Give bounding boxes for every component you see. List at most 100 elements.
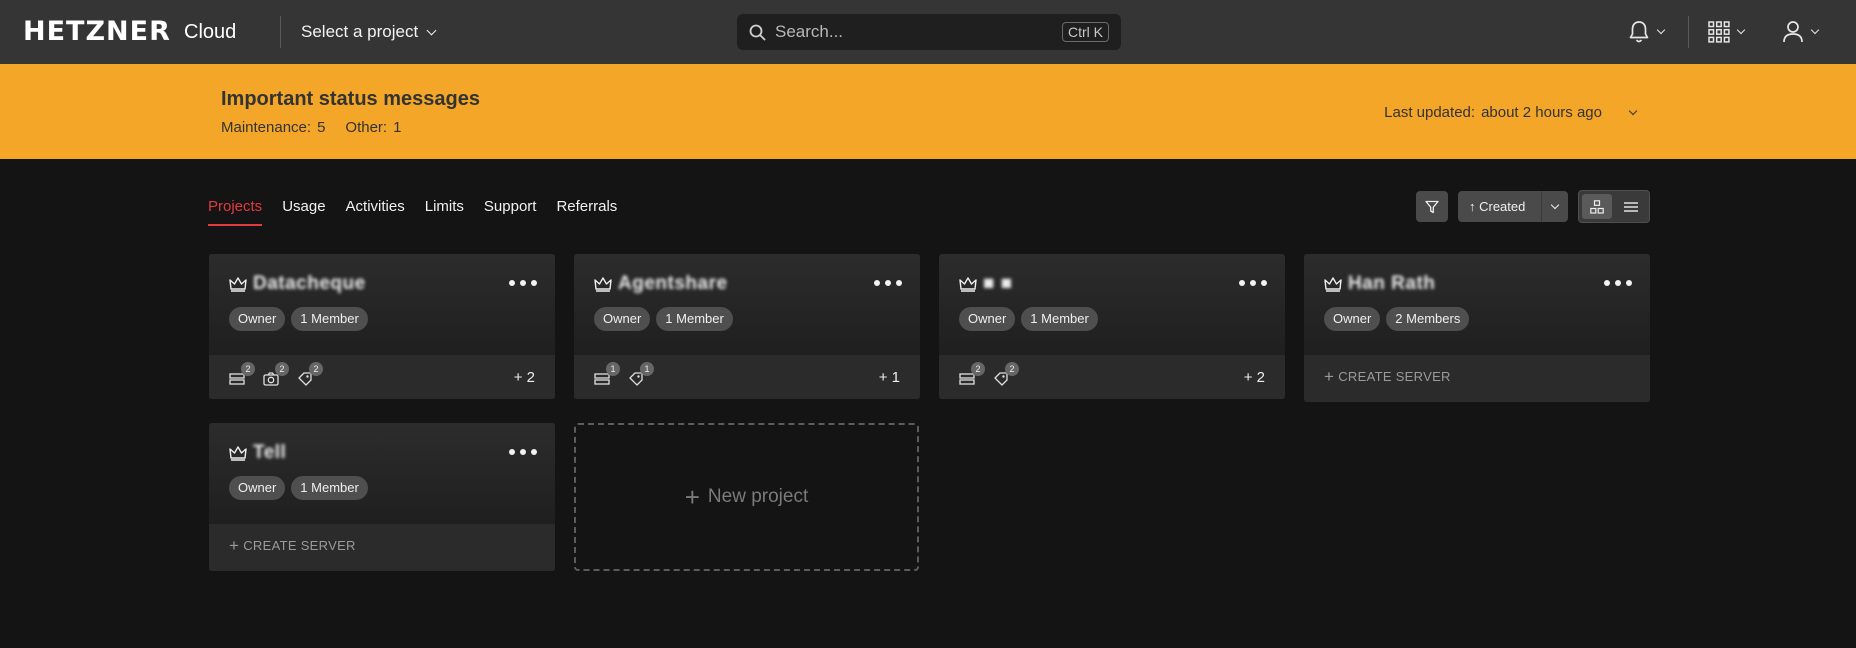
bell-icon [1629, 21, 1649, 43]
create-server-label: CREATE SERVER [243, 538, 356, 553]
more-resources-count[interactable]: + 1 [879, 369, 900, 386]
project-selector-label: Select a project [301, 22, 419, 41]
more-options-button[interactable] [509, 280, 537, 286]
main-tabs: Projects Usage Activities Limits Support… [208, 198, 617, 226]
divider [280, 16, 281, 48]
search-shortcut-hint: Ctrl K [1062, 22, 1109, 42]
plus-icon: + [684, 482, 700, 512]
servers-resource[interactable]: 1 [594, 362, 620, 388]
servers-resource[interactable]: 2 [229, 362, 255, 388]
chevron-down-icon [1656, 25, 1666, 35]
plus-icon: + [1324, 366, 1335, 386]
account-menu-button[interactable] [1782, 18, 1820, 46]
count-badge: 2 [309, 362, 323, 376]
banner-expand-toggle[interactable]: Last updated: about 2 hours ago [1384, 104, 1638, 121]
members-badge: 1 Member [291, 307, 368, 331]
project-selector[interactable]: Select a project [301, 20, 437, 44]
filter-button[interactable] [1416, 191, 1448, 222]
count-badge: 2 [275, 362, 289, 376]
new-project-button[interactable]: + New project [574, 423, 919, 571]
count-badge: 2 [1005, 362, 1019, 376]
role-badge: Owner [959, 307, 1016, 331]
tab-activities[interactable]: Activities [346, 198, 405, 226]
last-updated-value: about 2 hours ago [1481, 104, 1602, 121]
chevron-down-icon [1810, 25, 1820, 35]
chevron-down-icon [1628, 106, 1638, 115]
more-resources-count[interactable]: + 2 [514, 369, 535, 386]
project-name[interactable]: Tell [253, 442, 286, 464]
create-server-button[interactable]: + CREATE SERVER [229, 535, 356, 555]
project-card[interactable]: Datacheque Owner 1 Member 2 2 2 + 2 [209, 254, 555, 399]
product-name: Cloud [184, 21, 237, 43]
tab-limits[interactable]: Limits [425, 198, 464, 226]
list-view-button[interactable] [1616, 194, 1646, 219]
count-badge: 2 [971, 362, 985, 376]
view-toggle [1578, 190, 1650, 223]
floating-ips-resource[interactable]: 1 [628, 362, 654, 388]
top-navigation-bar: HETZNER Cloud Select a project Search...… [0, 0, 1856, 64]
brand-wordmark: HETZNER [23, 16, 171, 47]
sort-label: ↑ Created [1469, 199, 1526, 214]
crown-icon [959, 277, 977, 292]
divider [1688, 16, 1689, 48]
banner-title: Important status messages [221, 88, 480, 110]
role-badge: Owner [229, 476, 286, 500]
new-project-label: New project [707, 486, 809, 507]
maintenance-count[interactable]: Maintenance: 5 [221, 119, 325, 136]
search-bar[interactable]: Search... Ctrl K [737, 14, 1121, 50]
servers-resource[interactable]: 2 [959, 362, 985, 388]
last-updated-label: Last updated: [1384, 104, 1476, 121]
tab-support[interactable]: Support [484, 198, 537, 226]
user-icon [1783, 21, 1803, 43]
project-card[interactable]: Tell Owner 1 Member + CREATE SERVER [209, 423, 555, 571]
count-badge: 1 [606, 362, 620, 376]
apps-menu-button[interactable] [1708, 18, 1746, 46]
tab-referrals[interactable]: Referrals [556, 198, 617, 226]
chevron-down-icon [1736, 25, 1746, 35]
status-counts: Maintenance: 5 Other: 1 [221, 119, 401, 136]
chevron-down-icon [426, 25, 437, 35]
more-options-button[interactable] [509, 449, 537, 455]
list-view-icon [1624, 201, 1638, 212]
tab-usage[interactable]: Usage [282, 198, 325, 226]
project-name[interactable]: Agentshare [618, 273, 728, 295]
more-options-button[interactable] [1604, 280, 1632, 286]
apps-grid-icon [1708, 21, 1730, 43]
crown-icon [229, 277, 247, 292]
project-card[interactable]: Agentshare Owner 1 Member 1 1 + 1 [574, 254, 920, 399]
grid-view-button[interactable] [1582, 194, 1612, 219]
sort-dropdown[interactable]: ↑ Created [1458, 191, 1568, 222]
snapshots-resource[interactable]: 2 [263, 362, 289, 388]
role-badge: Owner [1324, 307, 1381, 331]
grid-view-icon [1590, 199, 1604, 214]
role-badge: Owner [594, 307, 651, 331]
count-badge: 1 [640, 362, 654, 376]
other-count[interactable]: Other: 1 [345, 119, 401, 136]
floating-ips-resource[interactable]: 2 [297, 362, 323, 388]
sort-options-toggle[interactable] [1542, 200, 1568, 209]
project-card[interactable]: Han Rath Owner 2 Members + CREATE SERVER [1304, 254, 1650, 402]
count-badge: 2 [241, 362, 255, 376]
project-name[interactable]: ■ ■ [983, 273, 1013, 295]
project-card[interactable]: ■ ■ Owner 1 Member 2 2 + 2 [939, 254, 1285, 399]
floating-ips-resource[interactable]: 2 [993, 362, 1019, 388]
create-server-button[interactable]: + CREATE SERVER [1324, 366, 1451, 386]
filter-icon [1425, 200, 1439, 213]
crown-icon [229, 446, 247, 461]
notifications-button[interactable] [1628, 18, 1666, 46]
crown-icon [594, 277, 612, 292]
members-badge: 2 Members [1386, 307, 1470, 331]
more-options-button[interactable] [1239, 280, 1267, 286]
hetzner-logo[interactable]: HETZNER [23, 18, 171, 46]
plus-icon: + [229, 535, 240, 555]
crown-icon [1324, 277, 1342, 292]
role-badge: Owner [229, 307, 286, 331]
project-name[interactable]: Datacheque [253, 273, 366, 295]
chevron-down-icon [1550, 200, 1560, 209]
more-options-button[interactable] [874, 280, 902, 286]
members-badge: 1 Member [1021, 307, 1098, 331]
more-resources-count[interactable]: + 2 [1244, 369, 1265, 386]
tab-projects[interactable]: Projects [208, 198, 263, 226]
project-name[interactable]: Han Rath [1348, 273, 1435, 295]
status-banner: Important status messages Maintenance: 5 … [0, 64, 1856, 159]
